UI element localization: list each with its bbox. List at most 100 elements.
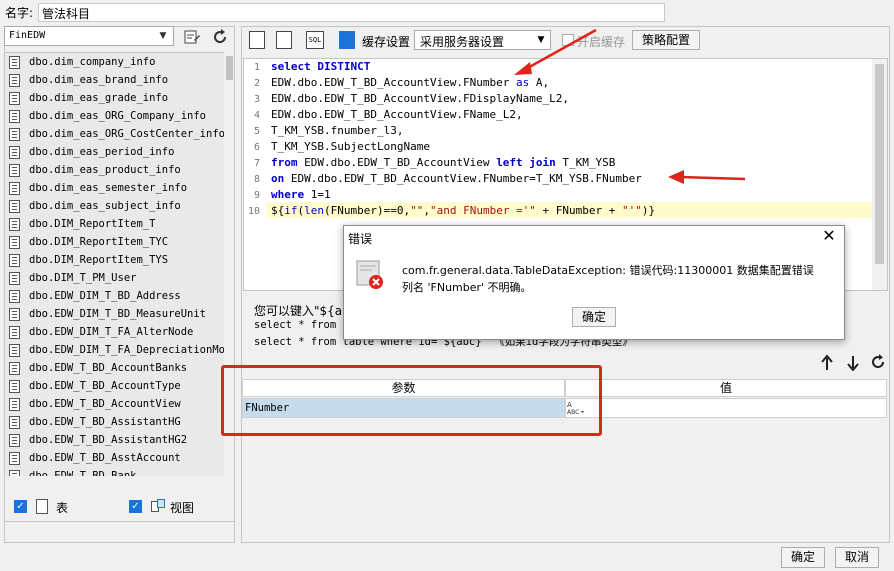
table-icon: [9, 199, 20, 213]
table-list-item[interactable]: dbo.dim_eas_ORG_Company_info: [5, 107, 234, 125]
table-list-item[interactable]: dbo.EDW_DIM_T_BD_Address: [5, 287, 234, 305]
table-name: dbo.dim_eas_grade_info: [29, 92, 169, 104]
table-name: dbo.EDW_T_BD_AssistantHG: [29, 416, 181, 428]
table-list-item[interactable]: dbo.EDW_T_BD_AssistantHG: [5, 413, 234, 431]
move-down-icon[interactable]: [846, 355, 860, 372]
table-name: dbo.EDW_DIM_T_BD_MeasureUnit: [29, 308, 207, 320]
code-line-5[interactable]: T_KM_YSB.fnumber_l3,: [271, 124, 403, 137]
code-line-1[interactable]: select DISTINCT: [271, 60, 370, 73]
code-line-7[interactable]: from EDW.dbo.EDW_T_BD_AccountView left j…: [271, 156, 615, 169]
table-name: dbo.EDW_DIM_T_BD_Address: [29, 290, 181, 302]
annotation-highlight-box: [221, 365, 602, 436]
preview-icon[interactable]: [249, 31, 265, 49]
refresh-params-icon[interactable]: [870, 354, 886, 370]
datasource-select[interactable]: FinEDW: [4, 26, 174, 46]
chevron-down-icon[interactable]: ▼: [533, 32, 549, 48]
sql-icon[interactable]: SQL: [306, 31, 324, 49]
table-list: dbo.dim_company_info dbo.dim_eas_brand_in…: [5, 52, 234, 476]
name-label: 名字:: [5, 6, 34, 20]
table-list-item[interactable]: dbo.EDW_T_BD_AccountView: [5, 395, 234, 413]
policy-config-button[interactable]: 策略配置: [632, 30, 700, 50]
table-icon: [9, 73, 20, 87]
line-number: 2: [253, 78, 260, 89]
table-list-item[interactable]: dbo.dim_eas_subject_info: [5, 197, 234, 215]
table-list-item[interactable]: dbo.EDW_T_BD_AssistantHG2: [5, 431, 234, 449]
table-list-item[interactable]: dbo.dim_eas_ORG_CostCenter_info: [5, 125, 234, 143]
table-name: dbo.dim_eas_brand_info: [29, 74, 169, 86]
table-icon: [9, 379, 20, 393]
table-checkbox[interactable]: ✓: [14, 500, 27, 513]
table-list-item[interactable]: dbo.dim_eas_brand_info: [5, 71, 234, 89]
dialog-ok-button[interactable]: 确定: [572, 307, 616, 327]
refresh-icon[interactable]: [210, 27, 230, 47]
table-name: dbo.dim_eas_subject_info: [29, 200, 181, 212]
close-icon[interactable]: ✕: [821, 226, 837, 246]
table-list-item[interactable]: dbo.EDW_T_BD_AccountBanks: [5, 359, 234, 377]
table-list-item[interactable]: dbo.dim_eas_period_info: [5, 143, 234, 161]
line-number: 1: [253, 62, 260, 73]
table-list-item[interactable]: dbo.EDW_T_BD_AsstAccount: [5, 449, 234, 467]
save-icon[interactable]: [276, 31, 292, 49]
line-number: 7: [253, 158, 260, 169]
table-name: dbo.EDW_T_BD_AccountView: [29, 398, 181, 410]
table-list-item[interactable]: dbo.dim_eas_semester_info: [5, 179, 234, 197]
param-value-cell[interactable]: [565, 398, 887, 418]
view-icon: [151, 499, 165, 514]
code-line-4[interactable]: EDW.dbo.EDW_T_BD_AccountView.FName_L2,: [271, 108, 523, 121]
table-name: dbo.DIM_ReportItem_TYS: [29, 254, 169, 266]
table-icon: [9, 217, 20, 231]
table-list-item[interactable]: dbo.dim_eas_grade_info: [5, 89, 234, 107]
table-icon: [9, 307, 20, 321]
code-line-6[interactable]: T_KM_YSB.SubjectLongName: [271, 140, 430, 153]
table-icon: [9, 271, 20, 285]
scrollbar-thumb[interactable]: [226, 56, 233, 80]
chevron-down-icon[interactable]: ▼: [155, 28, 171, 44]
table-list-item[interactable]: dbo.EDW_DIM_T_FA_DepreciationMode: [5, 341, 234, 359]
view-checkbox[interactable]: ✓: [129, 500, 142, 513]
table-icon: [9, 163, 20, 177]
line-number: 9: [253, 190, 260, 201]
code-line-3[interactable]: EDW.dbo.EDW_T_BD_AccountView.FDisplayNam…: [271, 92, 569, 105]
table-name: dbo.DIM_ReportItem_T: [29, 218, 156, 230]
table-list-item[interactable]: dbo.DIM_T_PM_User: [5, 269, 234, 287]
table-list-item[interactable]: dbo.DIM_ReportItem_TYC: [5, 233, 234, 251]
table-name: dbo.EDW_T_BD_AccountType: [29, 380, 181, 392]
edit-datasource-icon[interactable]: [182, 27, 202, 47]
cache-icon[interactable]: [339, 31, 355, 49]
table-name: dbo.dim_eas_product_info: [29, 164, 181, 176]
table-list-item[interactable]: dbo.EDW_DIM_T_BD_MeasureUnit: [5, 305, 234, 323]
table-icon: [9, 55, 20, 69]
table-list-item[interactable]: dbo.EDW_T_BD_Bank: [5, 467, 234, 476]
table-name: dbo.EDW_T_BD_Bank: [29, 470, 137, 476]
table-list-item[interactable]: dbo.EDW_T_BD_AccountType: [5, 377, 234, 395]
left-panel-footer: [5, 521, 234, 542]
name-input[interactable]: 管法科目: [38, 3, 665, 22]
table-icon: [9, 451, 20, 465]
ok-button[interactable]: 确定: [781, 547, 825, 568]
code-line-9[interactable]: where 1=1: [271, 188, 331, 201]
move-up-icon[interactable]: [820, 354, 834, 371]
code-line-2[interactable]: EDW.dbo.EDW_T_BD_AccountView.FNumber as …: [271, 76, 549, 89]
table-list-item[interactable]: dbo.EDW_DIM_T_FA_AlterNode: [5, 323, 234, 341]
table-list-item[interactable]: dbo.DIM_ReportItem_TYS: [5, 251, 234, 269]
cancel-button[interactable]: 取消: [835, 547, 879, 568]
line-number: 10: [247, 206, 260, 217]
line-number: 5: [253, 126, 260, 137]
scrollbar-thumb[interactable]: [875, 64, 884, 264]
enable-cache-checkbox[interactable]: [562, 34, 574, 46]
view-filter-label: 视图: [170, 501, 195, 515]
code-line-10[interactable]: ${if(len(FNumber)==0,"","and FNumber ='"…: [271, 204, 655, 217]
code-line-8[interactable]: on EDW.dbo.EDW_T_BD_AccountView.FNumber=…: [271, 172, 642, 185]
param-header-value: 值: [565, 379, 887, 397]
table-icon: [9, 415, 20, 429]
table-name: dbo.EDW_T_BD_AsstAccount: [29, 452, 181, 464]
cache-settings-label: 缓存设置: [362, 35, 411, 49]
table-list-item[interactable]: dbo.DIM_ReportItem_T: [5, 215, 234, 233]
table-name: dbo.dim_eas_semester_info: [29, 182, 188, 194]
cache-settings-select[interactable]: 采用服务器设置: [414, 30, 551, 50]
table-icon: [9, 361, 20, 375]
table-icon: [9, 235, 20, 249]
table-list-item[interactable]: dbo.dim_company_info: [5, 53, 234, 71]
table-name: dbo.dim_eas_ORG_CostCenter_info: [29, 128, 225, 140]
table-list-item[interactable]: dbo.dim_eas_product_info: [5, 161, 234, 179]
